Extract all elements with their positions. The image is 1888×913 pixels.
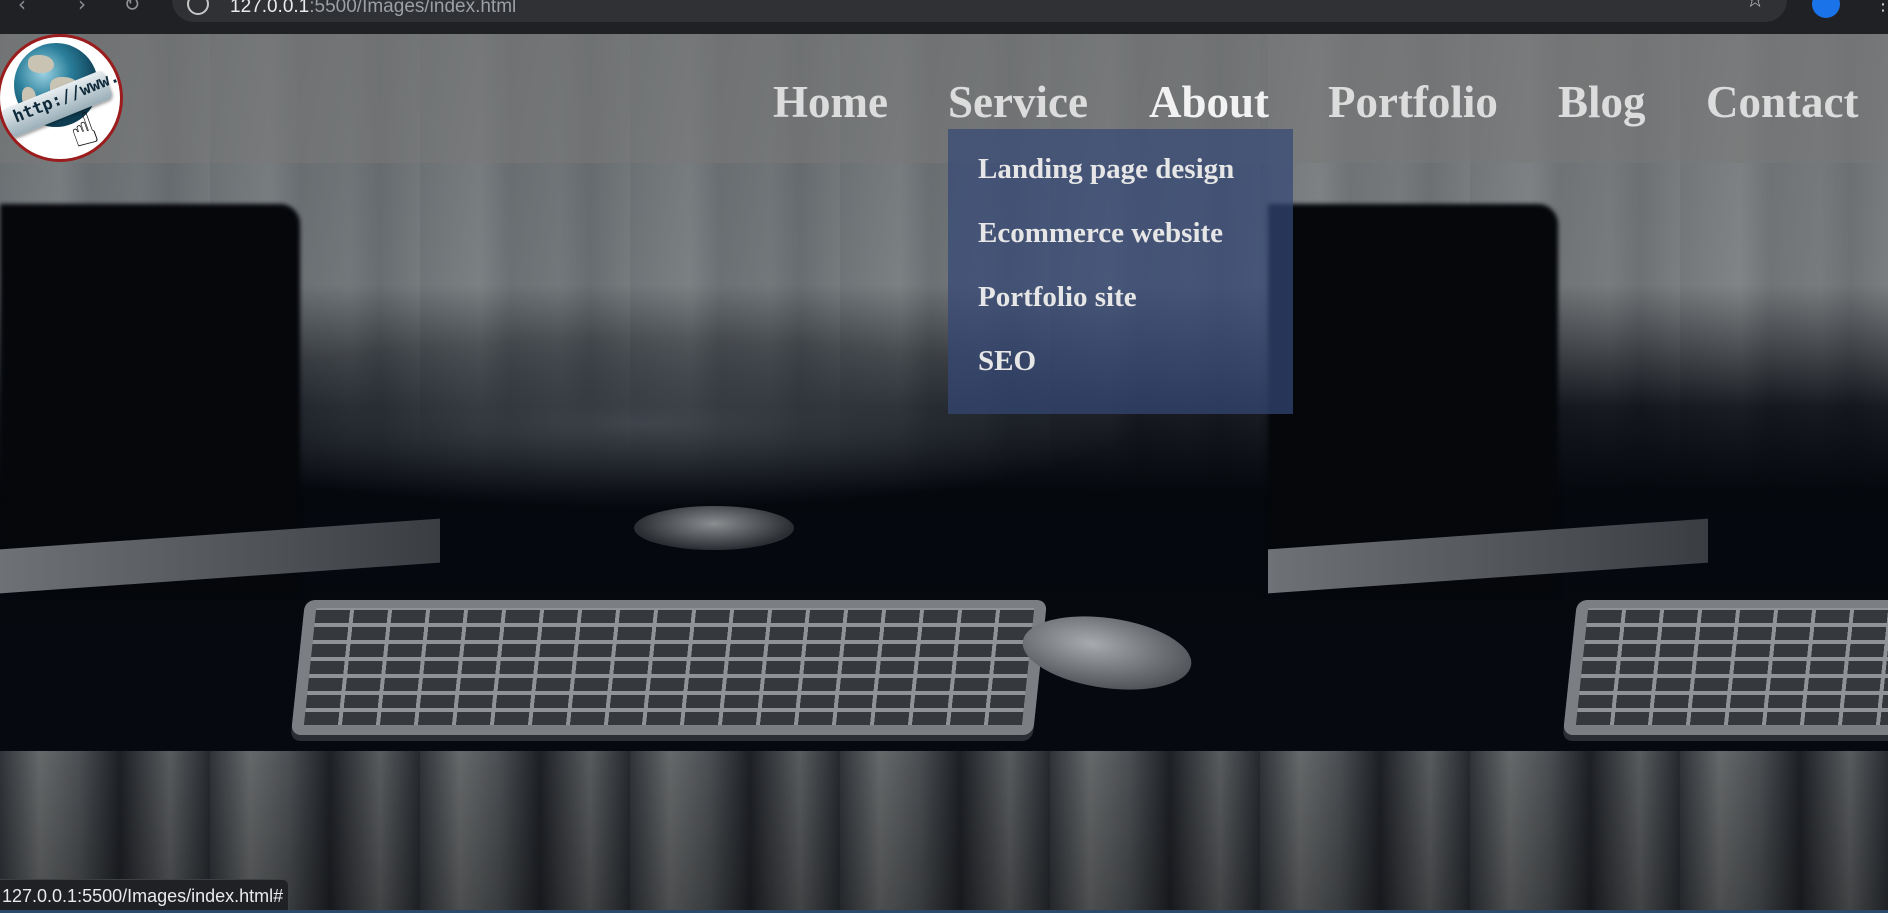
nav-home[interactable]: Home (773, 76, 888, 128)
url-text[interactable]: 127.0.0.1:5500/Images/index.html (230, 0, 516, 18)
keyboard-shape (290, 600, 1048, 735)
page-viewport: http://www. ☝ Home Service About Portfol… (0, 34, 1888, 913)
nav-blog[interactable]: Blog (1558, 76, 1646, 128)
dropdown-item-ecommerce[interactable]: Ecommerce website (978, 216, 1223, 250)
url-host: 127.0.0.1 (230, 0, 310, 17)
site-info-icon[interactable] (187, 0, 209, 15)
reload-icon[interactable]: ↻ (120, 0, 144, 16)
dropdown-item-seo[interactable]: SEO (978, 344, 1036, 378)
cup-shape (634, 506, 794, 550)
keyboard-shape (1562, 600, 1888, 735)
nav-portfolio[interactable]: Portfolio (1328, 76, 1498, 128)
address-bar[interactable]: 127.0.0.1:5500/Images/index.html ☆ (172, 0, 1787, 22)
forward-icon[interactable]: › (70, 0, 94, 16)
dropdown-item-landing-page[interactable]: Landing page design (978, 152, 1234, 186)
browser-toolbar: ‹ › ↻ 127.0.0.1:5500/Images/index.html ☆… (0, 0, 1888, 34)
nav-service[interactable]: Service (948, 76, 1088, 128)
nav-contact[interactable]: Contact (1706, 76, 1858, 128)
nav-about[interactable]: About (1149, 76, 1269, 128)
more-menu-icon[interactable]: ⋮ (1874, 0, 1888, 15)
link-status-bar: 127.0.0.1:5500/Images/index.html# (0, 879, 289, 912)
url-path: :5500/Images/index.html (309, 0, 517, 17)
service-dropdown-menu: Landing page design Ecommerce website Po… (948, 129, 1293, 414)
main-nav: Home Service About Portfolio Blog Contac… (0, 34, 1888, 163)
profile-avatar-icon[interactable] (1812, 0, 1840, 18)
status-url: 127.0.0.1:5500/Images/index.html# (2, 886, 284, 906)
bookmark-star-icon[interactable]: ☆ (1745, 0, 1765, 13)
back-icon[interactable]: ‹ (10, 0, 34, 16)
dropdown-item-portfolio-site[interactable]: Portfolio site (978, 280, 1137, 314)
